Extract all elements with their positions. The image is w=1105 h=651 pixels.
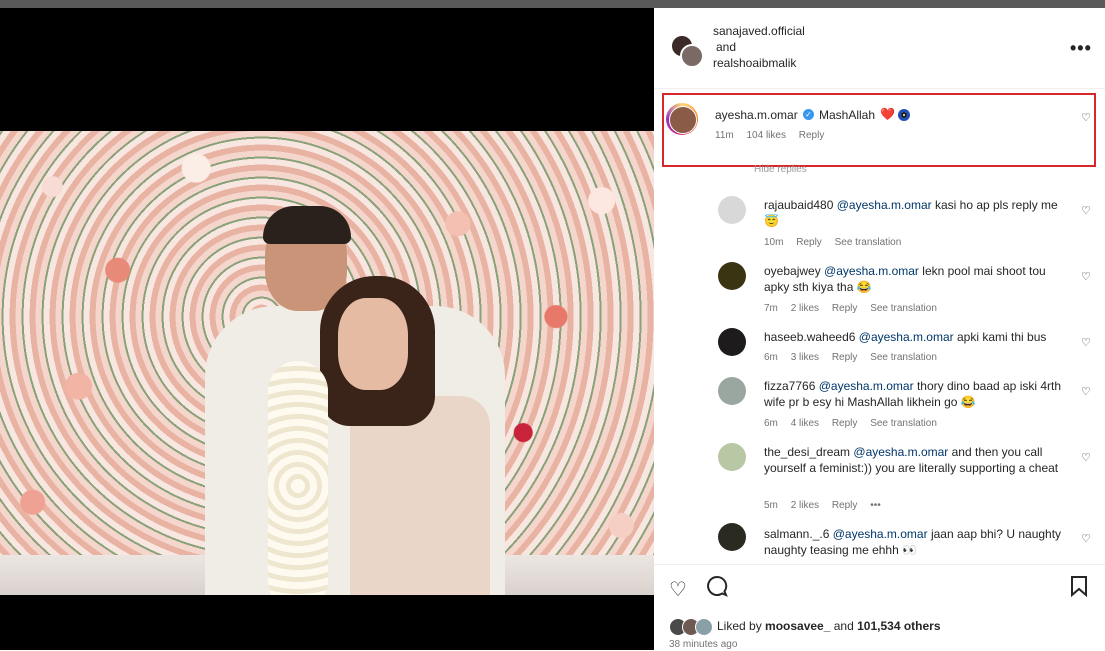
heart-emoji: ❤️ [880,107,895,121]
avatar[interactable] [718,443,746,471]
like-reply-heart-icon[interactable]: ♡ [1081,336,1091,349]
coauthor-username[interactable]: realshoaibmalik [713,56,796,70]
reply-meta: 7m 2 likes Reply See translation [764,303,937,314]
comment-meta: 11m 104 likes Reply [715,130,834,141]
avatar[interactable] [718,523,746,551]
more-options-icon[interactable]: ••• [1070,38,1092,59]
post-actions-footer: ♡ Liked by moosavee_ and 101,534 others … [654,564,1105,651]
like-heart-icon[interactable]: ♡ [669,577,687,602]
like-reply-heart-icon[interactable]: ♡ [1081,451,1091,464]
liked-by-text: Liked by moosavee_ and 101,534 others [717,619,941,633]
photo-garland [268,361,328,595]
like-comment-heart-icon[interactable]: ♡ [1081,111,1091,124]
avatar[interactable] [718,328,746,356]
comment-text: MashAllah [819,108,876,122]
reply-meta: 6m 4 likes Reply See translation [764,418,937,429]
author-joiner: and [716,40,737,54]
post-timestamp: 38 minutes ago [669,639,738,650]
comment-time: 11m [715,130,734,141]
reply-meta: 10m Reply See translation [764,237,902,248]
avatar[interactable] [718,262,746,290]
reply-text: salmann._.6 @ayesha.m.omar jaan aap bhi?… [764,527,1062,557]
reply-text: rajaubaid480 @ayesha.m.omar kasi ho ap p… [764,198,1058,228]
reply-text: fizza7766 @ayesha.m.omar thory dino baad… [764,379,1062,409]
avatar[interactable] [718,377,746,405]
post-photo [0,131,654,595]
comment-username[interactable]: ayesha.m.omar [715,108,798,122]
author-username[interactable]: sanajaved.official [713,24,805,38]
like-reply-heart-icon[interactable]: ♡ [1081,385,1091,398]
post-media [0,8,654,650]
reply-meta: 5m 2 likes Reply ••• [764,500,881,511]
hide-replies-button[interactable]: Hide replies [754,164,807,175]
save-bookmark-icon[interactable] [1070,575,1088,603]
avatar[interactable] [666,103,698,135]
avatar[interactable] [695,618,713,636]
verified-badge-icon: ✓ [803,109,814,120]
avatar[interactable] [718,196,746,224]
post-header: sanajaved.official and realshoaibmalik •… [654,8,1105,89]
reply-text: the_desi_dream @ayesha.m.omar and then y… [764,445,1059,475]
reply-text: haseeb.waheed6 @ayesha.m.omar apki kami … [764,330,1047,344]
like-reply-heart-icon[interactable]: ♡ [1081,532,1091,545]
reply-text: oyebajwey @ayesha.m.omar lekn pool mai s… [764,264,1046,294]
comments-panel: sanajaved.official and realshoaibmalik •… [654,8,1105,650]
comment-likes[interactable]: 104 likes [747,130,786,141]
window-top-bar [0,0,1105,8]
photo-person-woman [320,276,490,595]
reply-meta: 6m 3 likes Reply See translation [764,352,937,363]
evil-eye-emoji-icon [898,109,910,121]
like-reply-heart-icon[interactable]: ♡ [1081,270,1091,283]
reply-button[interactable]: Reply [799,130,825,141]
avatar[interactable] [680,44,704,68]
comment-bubble-icon[interactable] [706,575,728,603]
like-reply-heart-icon[interactable]: ♡ [1081,204,1091,217]
